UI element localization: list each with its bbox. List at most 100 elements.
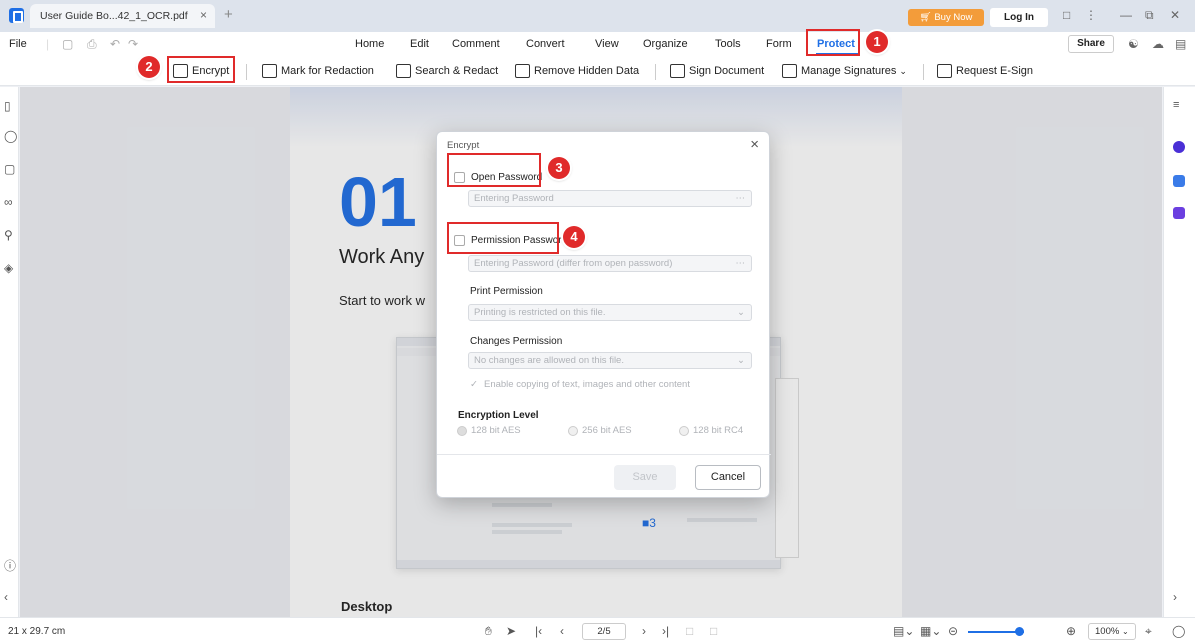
print-permission-value: Printing is restricted on this file. bbox=[474, 307, 606, 318]
last-page-icon[interactable]: ›| bbox=[662, 624, 669, 638]
more-options-icon[interactable]: ⋮ bbox=[1085, 8, 1097, 22]
minimize-icon[interactable]: — bbox=[1120, 8, 1132, 22]
search-redact-button[interactable]: Search & Redact bbox=[396, 62, 498, 80]
menu-tools[interactable]: Tools bbox=[715, 38, 741, 50]
cancel-button[interactable]: Cancel bbox=[695, 465, 761, 490]
bookmark-icon[interactable]: ◯ bbox=[4, 129, 17, 143]
level-128-aes-label: 128 bit AES bbox=[471, 425, 521, 436]
request-esign-icon bbox=[937, 64, 952, 78]
previous-page-icon[interactable]: ‹ bbox=[560, 624, 564, 638]
menu-form[interactable]: Form bbox=[766, 38, 792, 50]
document-tab-title: User Guide Bo...42_1_OCR.pdf bbox=[40, 10, 188, 22]
first-page-icon[interactable]: |‹ bbox=[535, 624, 542, 638]
undo-icon[interactable]: ↶ bbox=[110, 37, 120, 51]
title-bar: User Guide Bo...42_1_OCR.pdf × + 🛒︎ Buy … bbox=[0, 0, 1195, 32]
restore-icon[interactable]: ⧉ bbox=[1145, 8, 1154, 23]
layers-icon[interactable]: ◈ bbox=[4, 261, 13, 275]
remove-hidden-data-icon bbox=[515, 64, 530, 78]
request-esign-label: Request E-Sign bbox=[956, 65, 1034, 77]
share-button[interactable]: Share bbox=[1068, 35, 1114, 53]
translate-icon[interactable] bbox=[1173, 175, 1185, 187]
menu-home[interactable]: Home bbox=[355, 38, 384, 50]
manage-signatures-button[interactable]: Manage Signatures ⌄ bbox=[782, 62, 907, 80]
close-tab-icon[interactable]: × bbox=[200, 8, 207, 22]
zoom-level-select[interactable]: 100% ⌄ bbox=[1088, 623, 1136, 640]
ai-tools-icon[interactable] bbox=[1173, 207, 1185, 219]
fullscreen-icon[interactable]: ⌖ bbox=[1145, 624, 1152, 639]
close-window-icon[interactable]: ✕ bbox=[1170, 8, 1180, 22]
eye-icon[interactable]: ⋯ bbox=[736, 256, 746, 271]
callout-step-2: 2 bbox=[138, 56, 160, 78]
collapse-left-icon[interactable]: ‹ bbox=[4, 590, 8, 604]
document-tab[interactable]: User Guide Bo...42_1_OCR.pdf × bbox=[30, 4, 215, 28]
hand-tool-icon[interactable]: ✋︎ bbox=[485, 624, 492, 639]
radio-128-aes[interactable] bbox=[457, 426, 467, 436]
ai-assistant-icon[interactable] bbox=[1173, 141, 1185, 153]
new-tab-icon[interactable]: + bbox=[224, 6, 233, 23]
chevron-down-icon: ⌄ bbox=[737, 307, 745, 318]
collaborate-icon[interactable]: ☯ bbox=[1128, 37, 1139, 51]
cloud-upload-icon[interactable]: ☁ bbox=[1152, 37, 1164, 51]
menu-edit[interactable]: Edit bbox=[410, 38, 429, 50]
dialog-divider bbox=[437, 454, 771, 455]
search-redact-label: Search & Redact bbox=[415, 65, 499, 77]
help-icon[interactable]: ⓘ bbox=[4, 557, 16, 574]
app-logo-icon bbox=[9, 8, 24, 23]
save-button[interactable]: Save bbox=[614, 465, 676, 490]
page-number-input[interactable]: 2/5 bbox=[582, 623, 626, 640]
status-bar: 21 x 29.7 cm ✋︎ ➤ |‹ ‹ 2/5 › ›| □ □ ▤⌄ ▦… bbox=[0, 617, 1195, 644]
next-page-icon[interactable]: › bbox=[642, 624, 646, 638]
dialog-title: Encrypt bbox=[447, 140, 480, 151]
page-thumbnail-icon[interactable]: ▯ bbox=[4, 99, 11, 113]
separator bbox=[246, 64, 247, 80]
radio-256-aes[interactable] bbox=[568, 426, 578, 436]
redo-icon[interactable]: ↷ bbox=[128, 37, 138, 51]
mark-for-redaction-button[interactable]: Mark for Redaction bbox=[262, 62, 374, 80]
select-tool-icon[interactable]: ➤ bbox=[506, 624, 516, 638]
search-icon[interactable]: ⚲ bbox=[4, 228, 13, 242]
collapse-right-icon[interactable]: › bbox=[1173, 590, 1185, 604]
separator: | bbox=[46, 37, 50, 51]
remove-hidden-data-button[interactable]: Remove Hidden Data bbox=[515, 62, 639, 80]
buy-now-button[interactable]: 🛒︎ Buy Now bbox=[908, 9, 984, 26]
sign-document-icon bbox=[670, 64, 685, 78]
menu-convert[interactable]: Convert bbox=[526, 38, 565, 50]
message-icon[interactable]: □ bbox=[1063, 8, 1070, 22]
request-esign-button[interactable]: Request E-Sign bbox=[937, 62, 1033, 80]
panel-icon[interactable]: ▤ bbox=[1175, 37, 1186, 51]
close-icon[interactable]: × bbox=[750, 136, 759, 153]
zoom-level-value: 100% bbox=[1095, 626, 1120, 637]
log-in-button[interactable]: Log In bbox=[990, 8, 1048, 27]
zoom-in-icon[interactable]: ⊕ bbox=[1066, 624, 1076, 638]
permission-password-placeholder: Entering Password (differ from open pass… bbox=[474, 258, 673, 269]
reading-mode-icon[interactable]: ◯ bbox=[1172, 624, 1185, 638]
properties-icon[interactable]: ≡ bbox=[1173, 99, 1185, 111]
permission-password-field[interactable]: Entering Password (differ from open pass… bbox=[468, 255, 752, 272]
save-icon[interactable]: ▢ bbox=[62, 37, 73, 51]
view-mode-icon[interactable]: ▦⌄ bbox=[920, 624, 941, 638]
menu-file[interactable]: File bbox=[9, 38, 27, 50]
menu-view[interactable]: View bbox=[595, 38, 619, 50]
changes-permission-label: Changes Permission bbox=[470, 336, 563, 347]
eye-icon[interactable]: ⋯ bbox=[736, 191, 746, 206]
callout-step-3: 3 bbox=[548, 157, 570, 179]
zoom-slider-thumb[interactable] bbox=[1015, 627, 1024, 636]
comment-icon[interactable]: ▢ bbox=[4, 162, 15, 176]
left-sidebar: ▯ ◯ ▢ ∞ ⚲ ◈ ⓘ ‹ bbox=[0, 87, 19, 617]
callout-step-1: 1 bbox=[866, 31, 888, 53]
menu-organize[interactable]: Organize bbox=[643, 38, 688, 50]
page-layout-icon[interactable]: ▤⌄ bbox=[893, 624, 914, 638]
open-password-field[interactable]: Entering Password ⋯ bbox=[468, 190, 752, 207]
menu-comment[interactable]: Comment bbox=[452, 38, 500, 50]
zoom-out-icon[interactable]: ⊝ bbox=[948, 624, 958, 638]
menu-bar: File | ▢ ⎙ ↶ ↷ Home Edit Comment Convert… bbox=[0, 32, 1195, 56]
single-page-view-icon[interactable]: □ bbox=[686, 624, 693, 638]
attachment-icon[interactable]: ∞ bbox=[4, 195, 13, 209]
print-permission-select[interactable]: Printing is restricted on this file. ⌄ bbox=[468, 304, 752, 321]
changes-permission-select[interactable]: No changes are allowed on this file. ⌄ bbox=[468, 352, 752, 369]
radio-128-rc4[interactable] bbox=[679, 426, 689, 436]
sign-document-button[interactable]: Sign Document bbox=[670, 62, 764, 80]
print-icon[interactable]: ⎙ bbox=[87, 37, 97, 52]
copy-checkmark-icon[interactable]: ✓ bbox=[470, 379, 478, 390]
fit-page-icon[interactable]: □ bbox=[710, 624, 717, 638]
